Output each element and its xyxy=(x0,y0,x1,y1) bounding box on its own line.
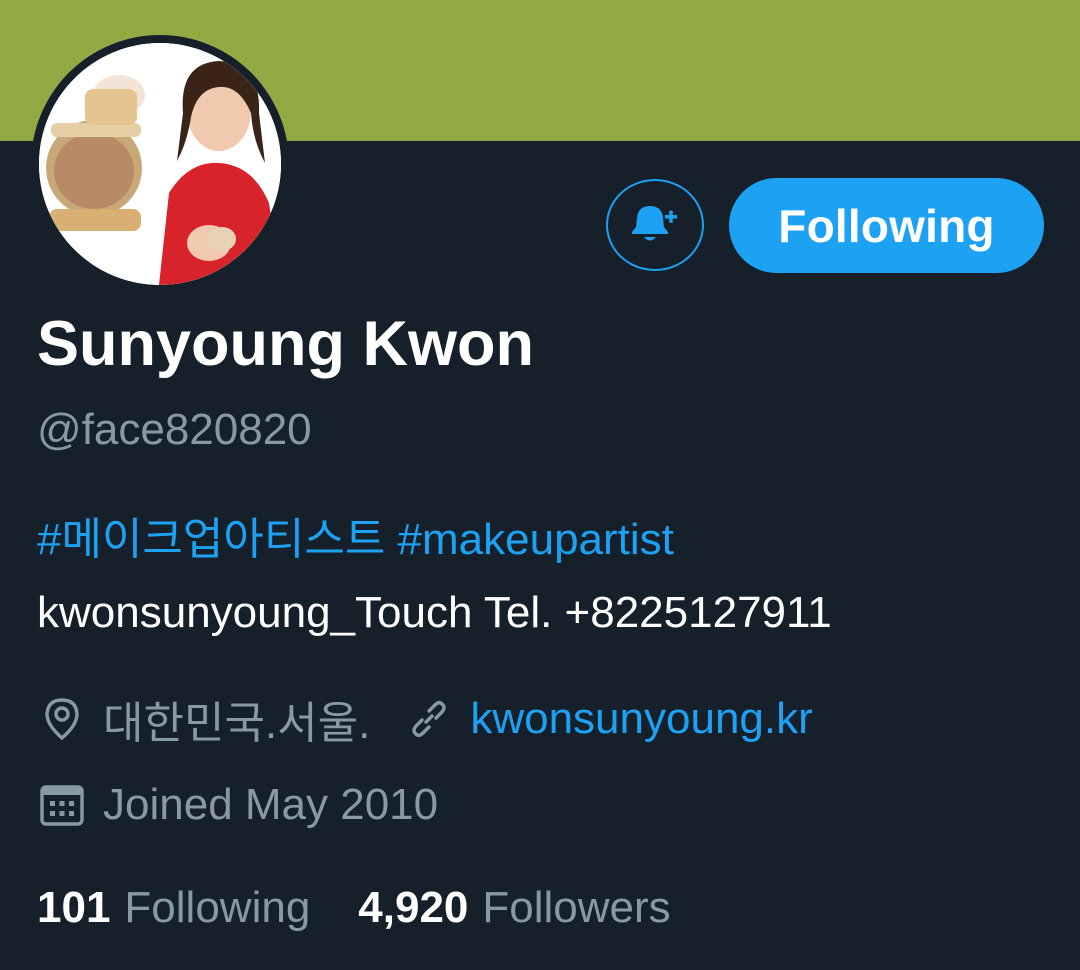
following-button-label: Following xyxy=(778,199,995,252)
hashtag-link-makeup-artist-kr[interactable]: #메이크업아티스트 xyxy=(37,515,385,564)
following-count-link[interactable]: 101 Following xyxy=(37,883,310,933)
following-label: Following xyxy=(124,883,311,932)
profile-meta-location-website: 대한민국.서울. kwonsunyoung.kr xyxy=(37,689,813,749)
followers-count-link[interactable]: 4,920 Followers xyxy=(358,883,670,933)
profile-meta-joined: Joined May 2010 xyxy=(37,775,438,835)
bio-hashtags: #메이크업아티스트 #makeupartist xyxy=(37,510,674,570)
avatar[interactable] xyxy=(31,35,289,293)
bell-plus-icon xyxy=(630,200,680,251)
hashtag-link-makeupartist[interactable]: #makeupartist xyxy=(398,515,674,564)
profile-stats: 101 Following 4,920 Followers xyxy=(37,878,671,938)
followers-count: 4,920 xyxy=(358,883,469,932)
user-handle: @face820820 xyxy=(37,405,312,454)
website-link[interactable]: kwonsunyoung.kr xyxy=(470,694,812,744)
avatar-image xyxy=(39,43,281,285)
location-pin-icon xyxy=(37,694,87,744)
location-text: 대한민국.서울. xyxy=(103,699,371,748)
link-icon xyxy=(404,694,454,744)
joined-date: Joined May 2010 xyxy=(103,780,439,829)
bio-text: kwonsunyoung_Touch Tel. +8225127911 xyxy=(37,588,832,637)
followers-label: Followers xyxy=(482,883,671,932)
following-count: 101 xyxy=(37,883,111,932)
notifications-button[interactable] xyxy=(606,179,704,271)
calendar-icon xyxy=(37,780,87,830)
following-button[interactable]: Following xyxy=(729,178,1044,273)
display-name: Sunyoung Kwon xyxy=(37,309,534,379)
